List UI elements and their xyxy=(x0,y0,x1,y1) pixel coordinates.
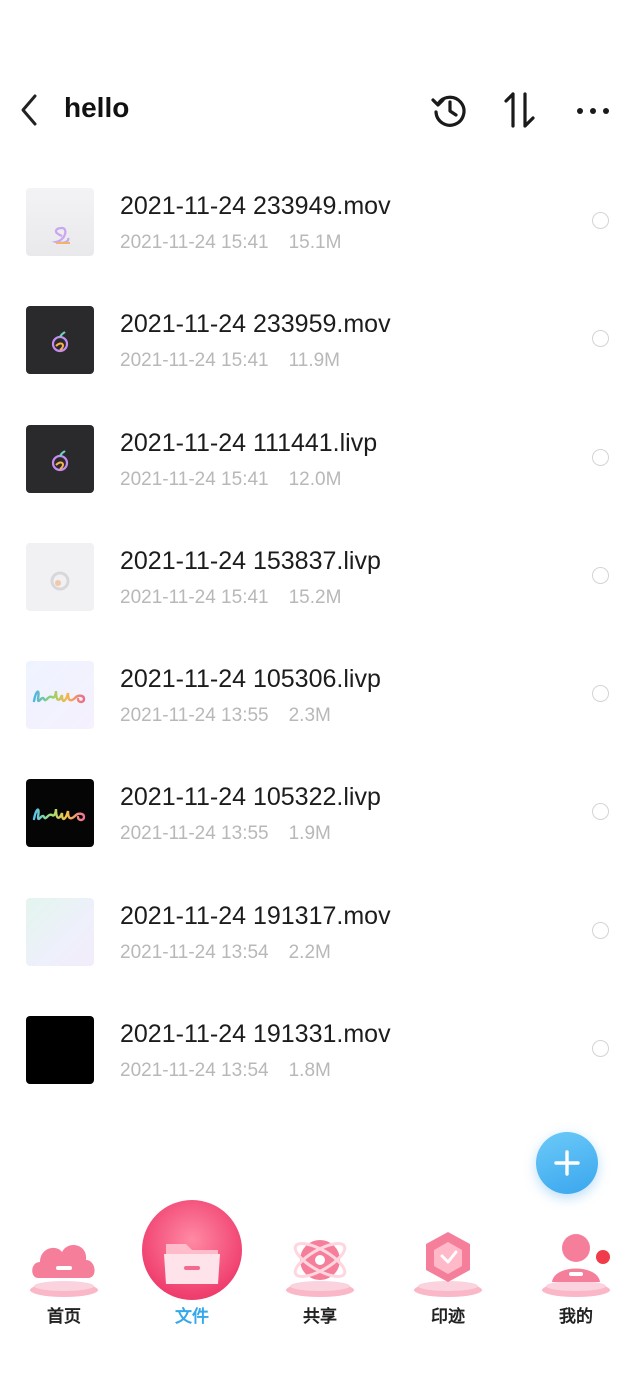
tab-label: 我的 xyxy=(559,1307,593,1326)
file-size: 2.2M xyxy=(288,941,331,963)
file-row[interactable]: 2021-11-24 153837.livp 2021-11-24 15:41 1… xyxy=(0,515,640,633)
select-radio[interactable] xyxy=(592,330,609,348)
file-meta: 2021-11-24 13:54 1.8M xyxy=(120,1060,331,1082)
file-name: 2021-11-24 191317.mov xyxy=(120,901,391,930)
file-list: 2021-11-24 233949.mov 2021-11-24 15:41 15… xyxy=(0,160,640,1106)
select-radio[interactable] xyxy=(592,566,609,584)
tab-profile[interactable]: 我的 xyxy=(512,1190,640,1340)
file-size: 1.9M xyxy=(288,823,331,845)
file-meta: 2021-11-24 15:41 11.9M xyxy=(120,350,340,372)
file-name: 2021-11-24 191331.mov xyxy=(120,1020,391,1049)
add-button[interactable] xyxy=(536,1132,598,1194)
file-thumbnail xyxy=(26,306,94,375)
sort-icon xyxy=(504,92,535,128)
file-date: 2021-11-24 13:55 xyxy=(120,823,269,845)
file-thumbnail xyxy=(26,424,94,493)
file-thumbnail xyxy=(26,897,94,966)
file-name: 2021-11-24 233949.mov xyxy=(120,192,391,220)
select-radio[interactable] xyxy=(592,1040,609,1058)
file-meta: 2021-11-24 13:55 2.3M xyxy=(120,705,331,727)
file-row[interactable]: 2021-11-24 233949.mov 2021-11-24 15:41 15… xyxy=(0,160,640,278)
atom-icon xyxy=(286,1240,354,1297)
file-size: 1.8M xyxy=(288,1060,331,1082)
file-date: 2021-11-24 15:41 xyxy=(120,232,269,253)
tab-label: 首页 xyxy=(47,1307,81,1326)
tab-label: 印迹 xyxy=(431,1307,465,1326)
file-meta: 2021-11-24 15:41 12.0M xyxy=(120,469,341,491)
file-name: 2021-11-24 105306.livp xyxy=(120,665,381,694)
tab-label: 文件 xyxy=(175,1307,209,1326)
file-size: 12.0M xyxy=(288,468,342,490)
sort-button[interactable] xyxy=(498,88,542,132)
folder-icon xyxy=(164,1244,220,1284)
select-radio[interactable] xyxy=(592,803,609,821)
file-row[interactable]: 2021-11-24 191317.mov 2021-11-24 13:54 2.… xyxy=(0,870,640,988)
file-meta: 2021-11-24 13:54 2.2M xyxy=(120,942,331,964)
select-radio[interactable] xyxy=(592,921,609,939)
file-thumbnail xyxy=(26,1016,94,1085)
file-size: 15.1M xyxy=(288,232,342,253)
page-title: hello xyxy=(64,92,130,123)
select-radio[interactable] xyxy=(592,685,609,703)
file-name: 2021-11-24 105322.livp xyxy=(120,783,381,812)
cloud-icon xyxy=(30,1245,98,1297)
file-meta: 2021-11-24 15:41 15.1M xyxy=(120,232,341,254)
file-meta: 2021-11-24 15:41 15.2M xyxy=(120,587,341,609)
tab-footprint[interactable]: 印迹 xyxy=(384,1190,512,1340)
history-icon xyxy=(431,95,466,127)
plus-icon xyxy=(554,1150,580,1176)
file-name: 2021-11-24 153837.livp xyxy=(120,546,381,575)
file-thumbnail xyxy=(26,188,94,256)
file-row[interactable]: 2021-11-24 111441.livp 2021-11-24 15:41 1… xyxy=(0,397,640,515)
back-button[interactable] xyxy=(14,90,44,130)
bottom-tab-bar: 首页 文件 共享 印迹 我的 xyxy=(0,1190,640,1386)
more-icon xyxy=(577,108,609,114)
file-thumbnail xyxy=(26,542,94,611)
file-date: 2021-11-24 13:54 xyxy=(120,941,269,963)
file-size: 15.2M xyxy=(288,586,342,608)
chevron-left-icon xyxy=(21,94,37,126)
notification-dot xyxy=(596,1250,610,1264)
tab-home[interactable]: 首页 xyxy=(0,1190,128,1340)
top-bar: hello xyxy=(0,70,640,150)
file-size: 2.3M xyxy=(288,705,331,727)
clock-icon xyxy=(414,1232,482,1297)
file-date: 2021-11-24 15:41 xyxy=(120,350,269,372)
file-thumbnail xyxy=(26,661,94,730)
tab-share[interactable]: 共享 xyxy=(256,1190,384,1340)
file-name: 2021-11-24 111441.livp xyxy=(120,428,378,457)
file-name: 2021-11-24 233959.mov xyxy=(120,310,391,339)
tab-files[interactable]: 文件 xyxy=(128,1190,256,1340)
file-thumbnail xyxy=(26,779,94,848)
file-date: 2021-11-24 13:55 xyxy=(120,705,269,727)
file-row[interactable]: 2021-11-24 191331.mov 2021-11-24 13:54 1.… xyxy=(0,988,640,1106)
history-button[interactable] xyxy=(428,88,472,132)
file-date: 2021-11-24 15:41 xyxy=(120,468,269,490)
file-row[interactable]: 2021-11-24 105306.livp 2021-11-24 13:55 2… xyxy=(0,633,640,751)
select-radio[interactable] xyxy=(592,212,609,229)
tab-label: 共享 xyxy=(303,1307,337,1326)
file-size: 11.9M xyxy=(288,350,341,372)
select-radio[interactable] xyxy=(592,448,609,466)
file-date: 2021-11-24 13:54 xyxy=(120,1060,269,1082)
more-button[interactable] xyxy=(570,88,614,132)
file-date: 2021-11-24 15:41 xyxy=(120,586,269,608)
file-meta: 2021-11-24 13:55 1.9M xyxy=(120,823,331,845)
file-row[interactable]: 2021-11-24 233959.mov 2021-11-24 15:41 11… xyxy=(0,278,640,396)
file-row[interactable]: 2021-11-24 105322.livp 2021-11-24 13:55 1… xyxy=(0,751,640,869)
